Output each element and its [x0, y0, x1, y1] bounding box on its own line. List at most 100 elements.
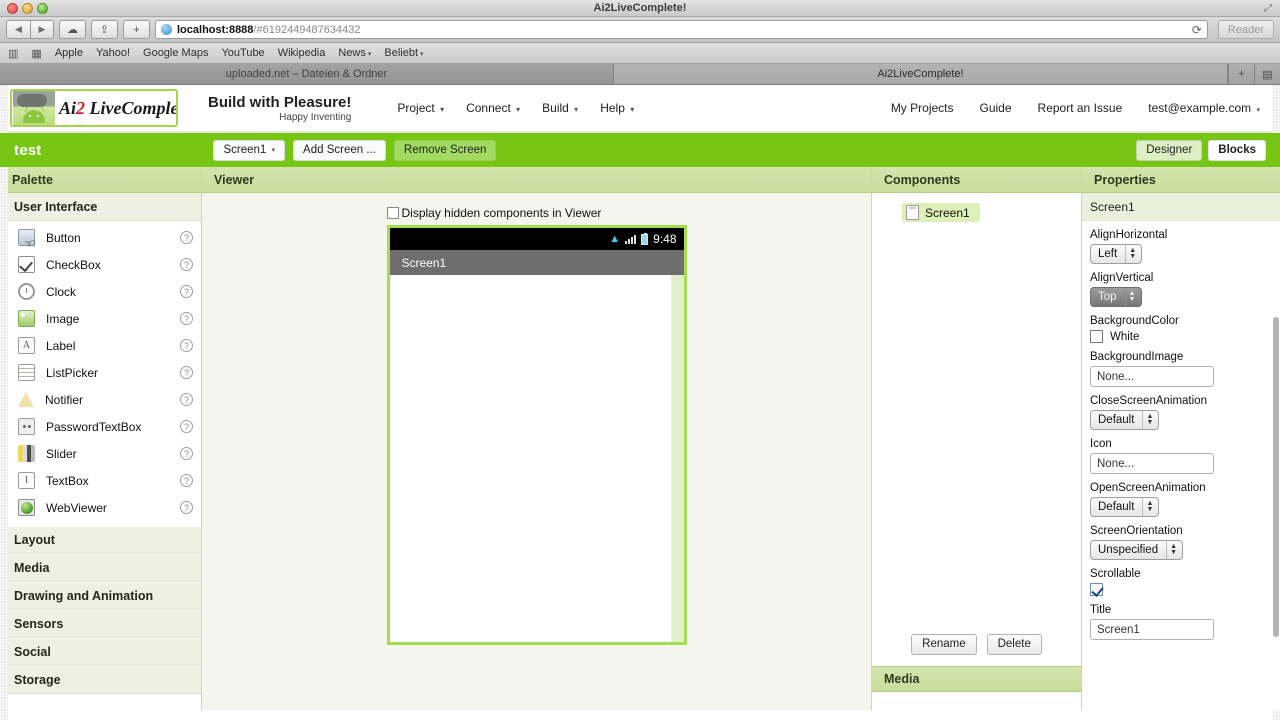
bookmark-wikipedia[interactable]: Wikipedia: [278, 47, 326, 59]
phone-scrollbar[interactable]: [670, 275, 684, 642]
screenorientation-select[interactable]: Unspecified ▲ ▼: [1090, 540, 1184, 560]
phone-canvas[interactable]: [389, 275, 684, 642]
help-icon[interactable]: ?: [180, 339, 193, 352]
color-name: White: [1110, 330, 1140, 343]
textbox-icon: I: [18, 472, 35, 489]
palette-category-social[interactable]: Social: [0, 638, 201, 666]
palette-item-label: ListPicker: [46, 365, 99, 380]
account-menu[interactable]: test@example.com ▾: [1148, 101, 1260, 115]
palette-item-passwordtextbox[interactable]: PasswordTextBox ?: [0, 413, 201, 440]
palette-category-layout[interactable]: Layout: [0, 526, 201, 554]
title-field[interactable]: Screen1: [1090, 619, 1214, 640]
bookmark-beliebt[interactable]: Beliebt ▾: [384, 47, 423, 59]
display-hidden-components-row[interactable]: Display hidden components in Viewer: [386, 206, 687, 220]
address-host: localhost:8888: [177, 23, 254, 36]
chevron-updown-icon: ▲ ▼: [1125, 245, 1139, 263]
link-report-an-issue[interactable]: Report an Issue: [1038, 101, 1123, 115]
screen-selector-dropdown[interactable]: Screen1 ▾: [213, 139, 286, 161]
reload-icon[interactable]: ⟳: [1192, 23, 1202, 37]
tab-uploaded-net[interactable]: uploaded.net – Dateien & Ordner: [0, 64, 614, 84]
back-icon[interactable]: ◀: [7, 21, 30, 38]
help-icon[interactable]: ?: [180, 312, 193, 325]
palette-category-media[interactable]: Media: [0, 554, 201, 582]
help-icon[interactable]: ?: [180, 258, 193, 271]
blocks-tab-button[interactable]: Blocks: [1208, 139, 1266, 161]
nav-buttons[interactable]: ◀ ▶: [6, 20, 54, 39]
tab-ai2livecomplete[interactable]: Ai2LiveComplete!: [614, 64, 1228, 84]
app-page: Ai2 LiveComplete! Build with Pleasure! H…: [0, 85, 1280, 720]
palette-category-drawing-and-animation[interactable]: Drawing and Animation: [0, 582, 201, 610]
backgroundcolor-picker[interactable]: White: [1090, 330, 1272, 343]
palette-item-listpicker[interactable]: ListPicker ?: [0, 359, 201, 386]
bookmark-youtube[interactable]: YouTube: [221, 47, 264, 59]
help-icon[interactable]: ?: [180, 285, 193, 298]
palette-category-storage[interactable]: Storage: [0, 666, 201, 694]
scrollable-checkbox[interactable]: [1090, 583, 1103, 596]
properties-title: Properties: [1082, 167, 1280, 193]
app-logo[interactable]: Ai2 LiveComplete!: [10, 89, 178, 127]
backgroundimage-field[interactable]: None...: [1090, 366, 1214, 387]
display-hidden-components-checkbox[interactable]: [386, 207, 399, 219]
palette-section-user-interface[interactable]: User Interface: [0, 193, 201, 221]
palette-item-slider[interactable]: Slider ?: [0, 440, 201, 467]
new-tab-icon[interactable]: +: [1228, 64, 1254, 84]
properties-scrollbar-thumb[interactable]: [1273, 317, 1279, 637]
bookmark-apple[interactable]: Apple: [55, 47, 83, 59]
components-title: Components: [872, 167, 1081, 193]
help-icon[interactable]: ?: [180, 501, 193, 514]
help-icon[interactable]: ?: [180, 474, 193, 487]
property-label: Scrollable: [1090, 568, 1141, 580]
palette-item-label[interactable]: A Label ?: [0, 332, 201, 359]
alignhorizontal-select[interactable]: Left ▲ ▼: [1090, 244, 1143, 264]
palette-item-button[interactable]: ☜ Button ?: [0, 224, 201, 251]
help-icon[interactable]: ?: [180, 366, 193, 379]
palette-item-textbox[interactable]: I TextBox ?: [0, 467, 201, 494]
bookmark-google-maps[interactable]: Google Maps: [143, 47, 208, 59]
component-node-screen1[interactable]: Screen1: [902, 203, 980, 222]
palette-category-sensors[interactable]: Sensors: [0, 610, 201, 638]
menu-build[interactable]: Build ▾: [542, 101, 578, 115]
expand-icon[interactable]: ⤢: [1264, 3, 1272, 14]
palette-item-checkbox[interactable]: CheckBox ?: [0, 251, 201, 278]
help-icon[interactable]: ?: [180, 393, 193, 406]
reader-button[interactable]: Reader: [1217, 20, 1274, 39]
delete-button[interactable]: Delete: [986, 633, 1042, 655]
new-tab-button[interactable]: +: [123, 20, 150, 39]
menu-connect[interactable]: Connect ▾: [466, 101, 520, 115]
rename-button[interactable]: Rename: [911, 633, 977, 655]
property-label: CloseScreenAnimation: [1090, 395, 1207, 407]
icon-field[interactable]: None...: [1090, 453, 1214, 474]
forward-icon[interactable]: ▶: [30, 21, 53, 38]
chevron-updown-icon: ▲ ▼: [1142, 411, 1156, 429]
properties-scrollbar[interactable]: [1272, 167, 1280, 710]
help-icon[interactable]: ?: [180, 420, 193, 433]
openscreenanimation-select[interactable]: Default ▲ ▼: [1090, 497, 1160, 517]
address-path: /#6192449487634432: [253, 23, 361, 36]
add-screen-button[interactable]: Add Screen ...: [293, 139, 386, 161]
palette-item-webviewer[interactable]: WebViewer ?: [0, 494, 201, 521]
alignvertical-select[interactable]: Top ▲ ▼: [1090, 287, 1142, 307]
address-bar[interactable]: localhost:8888 /#6192449487634432 ⟳: [155, 20, 1208, 39]
link-guide[interactable]: Guide: [980, 101, 1012, 115]
help-icon[interactable]: ?: [180, 231, 193, 244]
share-icon[interactable]: ⇪: [91, 20, 118, 39]
menu-project[interactable]: Project ▾: [397, 101, 444, 115]
grid-icon[interactable]: ▦: [31, 47, 41, 60]
palette-item-image[interactable]: Image ?: [0, 305, 201, 332]
phone-preview[interactable]: ▲ 9:48 Screen1: [386, 225, 687, 645]
menu-help[interactable]: Help ▾: [600, 101, 634, 115]
palette-item-clock[interactable]: Clock ?: [0, 278, 201, 305]
book-icon[interactable]: ▥: [8, 47, 18, 60]
help-icon[interactable]: ?: [180, 447, 193, 460]
cloud-icon[interactable]: ☁: [59, 20, 86, 39]
bookmark-yahoo[interactable]: Yahoo!: [96, 47, 130, 59]
closescreenanimation-select[interactable]: Default ▲ ▼: [1090, 410, 1160, 430]
bookmark-news[interactable]: News ▾: [338, 47, 371, 59]
tab-overview-icon[interactable]: ▤: [1254, 64, 1280, 84]
remove-screen-button[interactable]: Remove Screen: [393, 139, 497, 161]
designer-tab-button[interactable]: Designer: [1136, 139, 1203, 161]
link-my-projects[interactable]: My Projects: [891, 101, 954, 115]
palette-item-notifier[interactable]: Notifier ?: [0, 386, 201, 413]
screen-controls: Screen1 ▾ Add Screen ... Remove Screen: [213, 139, 497, 161]
components-panel: Components Screen1 Rename Delete Media: [872, 167, 1082, 710]
